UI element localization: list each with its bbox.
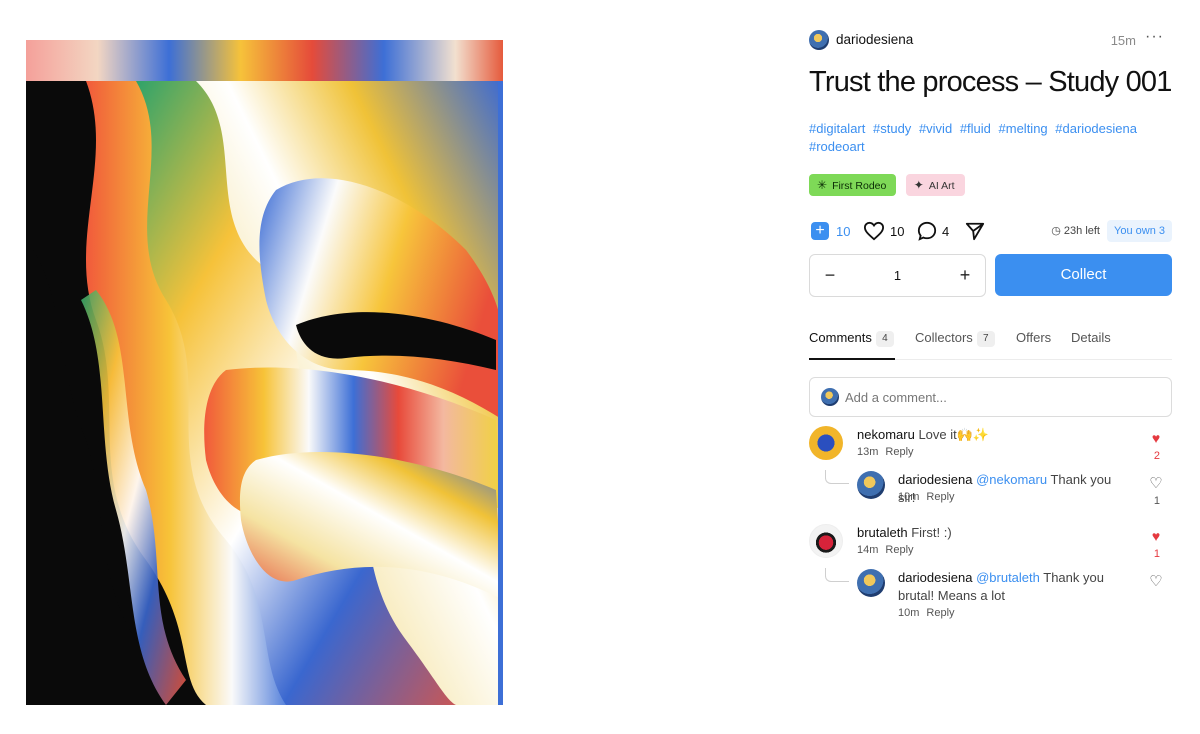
post-header: dariodesiena 15m ··· — [809, 28, 1172, 52]
heart-icon — [863, 221, 885, 241]
tab-bar: Comments 4 Collectors 7 Offers Details — [809, 330, 1172, 360]
comment-time: 13m — [857, 446, 879, 458]
comment-button[interactable]: 4 — [917, 220, 949, 242]
like-button[interactable]: 10 — [863, 220, 904, 242]
comment-author[interactable]: dariodesiena — [898, 472, 972, 487]
hashtag-list: #digitalart #study #vivid #fluid #meltin… — [809, 120, 1149, 156]
time-left-text: 23h left — [1063, 225, 1100, 237]
collect-count-button[interactable]: + 10 — [811, 220, 850, 242]
heart-outline-icon[interactable]: ♡ — [1149, 474, 1163, 492]
comment-body: First! :) — [911, 525, 952, 540]
comment-meta: 10m Reply — [898, 491, 962, 503]
tab-details[interactable]: Details — [1071, 330, 1111, 360]
heart-filled-icon[interactable]: ♥ — [1149, 528, 1163, 544]
sparkle-icon: ✦ — [913, 178, 924, 192]
comment-author[interactable]: nekomaru — [857, 427, 915, 442]
comment-like-count: 1 — [1153, 548, 1160, 560]
plus-square-icon: + — [811, 222, 829, 240]
commenter-avatar[interactable] — [809, 426, 843, 460]
thread-connector — [825, 568, 849, 582]
comment-meta: 13m Reply — [857, 446, 921, 458]
ownership-badge: You own 3 — [1107, 220, 1172, 242]
hashtag-link[interactable]: #rodeoart — [809, 139, 865, 154]
like-count: 10 — [890, 223, 905, 239]
collect-button[interactable]: Collect — [995, 254, 1172, 296]
tab-count-badge: 4 — [875, 331, 894, 347]
quantity-stepper: − 1 + — [809, 254, 986, 297]
comment-body: Love it🙌✨ — [918, 427, 990, 442]
author-avatar[interactable] — [809, 30, 829, 50]
heart-outline-icon[interactable]: ♡ — [1149, 572, 1163, 590]
comment-meta: 10m Reply — [898, 607, 962, 619]
badge-row: ✳ First Rodeo ✦ AI Art — [809, 174, 970, 196]
reply-link[interactable]: Reply — [926, 607, 954, 619]
more-options-icon[interactable]: ··· — [1145, 28, 1164, 46]
quantity-value[interactable]: 1 — [850, 255, 945, 296]
reply-link[interactable]: Reply — [885, 446, 913, 458]
hashtag-link[interactable]: #melting — [999, 121, 1048, 136]
post-time: 15m — [1110, 33, 1136, 48]
heart-filled-icon[interactable]: ♥ — [1149, 430, 1163, 446]
hashtag-link[interactable]: #digitalart — [809, 121, 865, 136]
decrease-quantity-button[interactable]: − — [810, 255, 850, 296]
comment-author[interactable]: dariodesiena — [898, 570, 972, 585]
comment-meta: 14m Reply — [857, 544, 921, 556]
badge-label: First Rodeo — [832, 180, 887, 192]
rodeo-star-icon: ✳ — [817, 178, 828, 192]
tab-collectors[interactable]: Collectors 7 — [915, 330, 995, 360]
comment-time: 10m — [898, 491, 920, 503]
tab-label: Collectors — [915, 330, 973, 345]
hashtag-link[interactable]: #study — [873, 121, 911, 136]
tab-offers[interactable]: Offers — [1016, 330, 1051, 360]
comment-count: 4 — [942, 223, 950, 239]
tab-comments[interactable]: Comments 4 — [809, 330, 895, 360]
commenter-avatar[interactable] — [857, 471, 885, 499]
hashtag-link[interactable]: #vivid — [919, 121, 952, 136]
comment-time: 14m — [857, 544, 879, 556]
comment-author[interactable]: brutaleth — [857, 525, 908, 540]
hashtag-link[interactable]: #fluid — [960, 121, 991, 136]
ai-art-badge[interactable]: ✦ AI Art — [905, 174, 965, 196]
thread-connector — [825, 470, 849, 484]
comment-input-box — [809, 377, 1172, 417]
comment-input[interactable] — [845, 387, 1145, 407]
send-icon — [965, 222, 985, 241]
tab-label: Comments — [809, 330, 872, 345]
comment-text: nekomaru Love it🙌✨ — [857, 426, 989, 444]
comment-mention[interactable]: @brutaleth — [976, 570, 1040, 585]
comment-text: brutaleth First! :) — [857, 524, 952, 542]
user-avatar — [821, 388, 839, 406]
comment-bubble-icon — [917, 221, 937, 241]
share-button[interactable] — [965, 220, 985, 242]
badge-label: AI Art — [928, 180, 955, 192]
post-title: Trust the process – Study 001 — [809, 66, 1172, 98]
commenter-avatar[interactable] — [857, 569, 885, 597]
first-rodeo-badge[interactable]: ✳ First Rodeo — [809, 174, 897, 196]
time-left: ◷ 23h left — [1051, 224, 1100, 237]
comment-time: 10m — [898, 607, 920, 619]
tab-count-badge: 7 — [976, 331, 995, 347]
action-bar: + 10 10 4 ◷ 23h left You own 3 — [809, 220, 1172, 242]
author-username[interactable]: dariodesiena — [836, 32, 913, 47]
collect-count: 10 — [836, 223, 851, 239]
artwork-image — [26, 40, 503, 705]
tab-label: Offers — [1016, 330, 1052, 345]
commenter-avatar[interactable] — [809, 524, 843, 558]
comment-like-count: 2 — [1153, 450, 1160, 462]
comment-text: dariodesiena @brutaleth Thank you brutal… — [898, 569, 1113, 605]
comment-mention[interactable]: @nekomaru — [976, 472, 1047, 487]
tab-label: Details — [1071, 330, 1111, 345]
reply-link[interactable]: Reply — [926, 491, 954, 503]
clock-icon: ◷ — [1051, 225, 1061, 237]
increase-quantity-button[interactable]: + — [945, 255, 985, 296]
reply-link[interactable]: Reply — [885, 544, 913, 556]
hashtag-link[interactable]: #dariodesiena — [1055, 121, 1137, 136]
comment-like-count: 1 — [1153, 495, 1160, 507]
